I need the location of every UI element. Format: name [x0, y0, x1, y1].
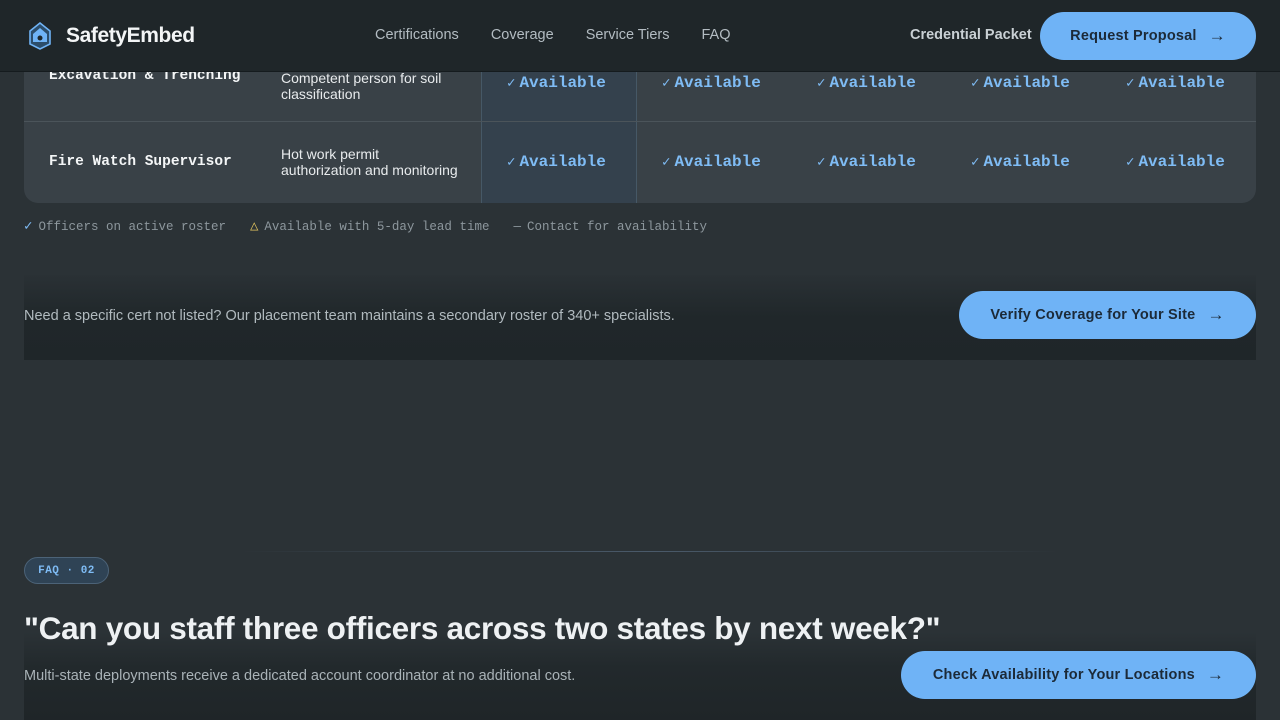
check-icon: ✓ — [817, 75, 826, 92]
shield-house-icon — [29, 22, 51, 50]
check-icon: ✓ — [24, 219, 33, 235]
nav-coverage[interactable]: Coverage — [491, 27, 554, 43]
brand-link[interactable]: SafetyEmbed — [28, 22, 195, 50]
availability-text: Available — [983, 153, 1070, 171]
faq-answer: Multi-state deployments receive a dedica… — [24, 668, 576, 684]
availability-cell: ✓ Available — [971, 153, 1070, 171]
availability-cell: ✓ Available — [1126, 74, 1225, 92]
section-divider — [240, 551, 1060, 552]
verify-coverage-label: Verify Coverage for Your Site — [990, 307, 1196, 323]
availability-cell: ✓ Available — [507, 74, 606, 92]
availability-text: Available — [829, 153, 916, 171]
check-icon: ✓ — [971, 75, 980, 92]
check-icon: ✓ — [662, 154, 671, 171]
availability-cell: ✓ Available — [971, 74, 1070, 92]
legend-label: Contact for availability — [526, 219, 707, 234]
arrow-right-icon: → — [1208, 26, 1226, 45]
availability-cell: ✓ Available — [1126, 153, 1225, 171]
availability-text: Available — [1138, 74, 1225, 92]
availability-text: Available — [983, 74, 1070, 92]
verify-coverage-button[interactable]: Verify Coverage for Your Site → — [959, 291, 1256, 339]
legend-label: Available with 5-day lead time — [264, 219, 490, 234]
legend-item: — Contact for availability — [513, 218, 707, 235]
check-icon: ✓ — [971, 154, 980, 171]
cert-description: Hot work permit authorization and monito… — [281, 146, 458, 178]
request-proposal-label: Request Proposal — [1070, 28, 1197, 44]
availability-text: Available — [519, 74, 606, 92]
check-icon: ✓ — [1126, 75, 1135, 92]
check-icon: ✓ — [507, 75, 516, 92]
arrow-right-icon: → — [1206, 665, 1225, 684]
banner-text: Need a specific cert not listed? Our pla… — [24, 308, 675, 324]
nav-certifications[interactable]: Certifications — [375, 27, 459, 43]
availability-text: Available — [1138, 153, 1225, 171]
faq-badge: FAQ · 02 — [24, 557, 109, 584]
credential-packet-link[interactable]: Credential Packet — [910, 27, 1032, 43]
top-navbar: SafetyEmbed Certifications Coverage Serv… — [0, 0, 1280, 72]
availability-cell: ✓ Available — [662, 74, 761, 92]
check-availability-button[interactable]: Check Availability for Your Locations → — [901, 651, 1256, 699]
check-icon: ✓ — [817, 154, 826, 171]
availability-cell: ✓ Available — [817, 153, 916, 171]
request-proposal-button[interactable]: Request Proposal → — [1040, 12, 1256, 60]
availability-cell: ✓ Available — [662, 153, 761, 171]
warning-triangle-icon: △ — [249, 219, 259, 235]
table-row: Fire Watch Supervisor Hot work permit au… — [24, 122, 1256, 203]
nav-faq[interactable]: FAQ — [702, 27, 731, 43]
availability-text: Available — [519, 153, 606, 171]
dash-icon: — — [513, 219, 521, 234]
main-nav: Certifications Coverage Service Tiers FA… — [375, 27, 731, 43]
cert-name: Fire Watch Supervisor — [49, 154, 232, 170]
cert-request-banner: Need a specific cert not listed? Our pla… — [24, 275, 1256, 360]
cert-description: Competent person for soil classification — [281, 70, 442, 102]
availability-text: Available — [829, 74, 916, 92]
legend-item: ✓ Officers on active roster — [24, 218, 226, 235]
check-icon: ✓ — [507, 154, 516, 171]
arrow-right-icon: → — [1207, 305, 1225, 324]
availability-cell: ✓ Available — [817, 74, 916, 92]
nav-service-tiers[interactable]: Service Tiers — [586, 27, 670, 43]
legend-label: Officers on active roster — [38, 219, 226, 234]
faq-question: "Can you staff three officers across two… — [24, 610, 941, 646]
availability-text: Available — [674, 153, 761, 171]
brand-name: SafetyEmbed — [66, 24, 195, 47]
check-icon: ✓ — [1126, 154, 1135, 171]
availability-text: Available — [674, 74, 761, 92]
check-availability-label: Check Availability for Your Locations — [932, 667, 1195, 683]
legend-item: △ Available with 5-day lead time — [250, 218, 489, 235]
availability-legend: ✓ Officers on active roster △ Available … — [24, 218, 707, 235]
check-icon: ✓ — [662, 75, 671, 92]
availability-cell: ✓ Available — [507, 153, 606, 171]
